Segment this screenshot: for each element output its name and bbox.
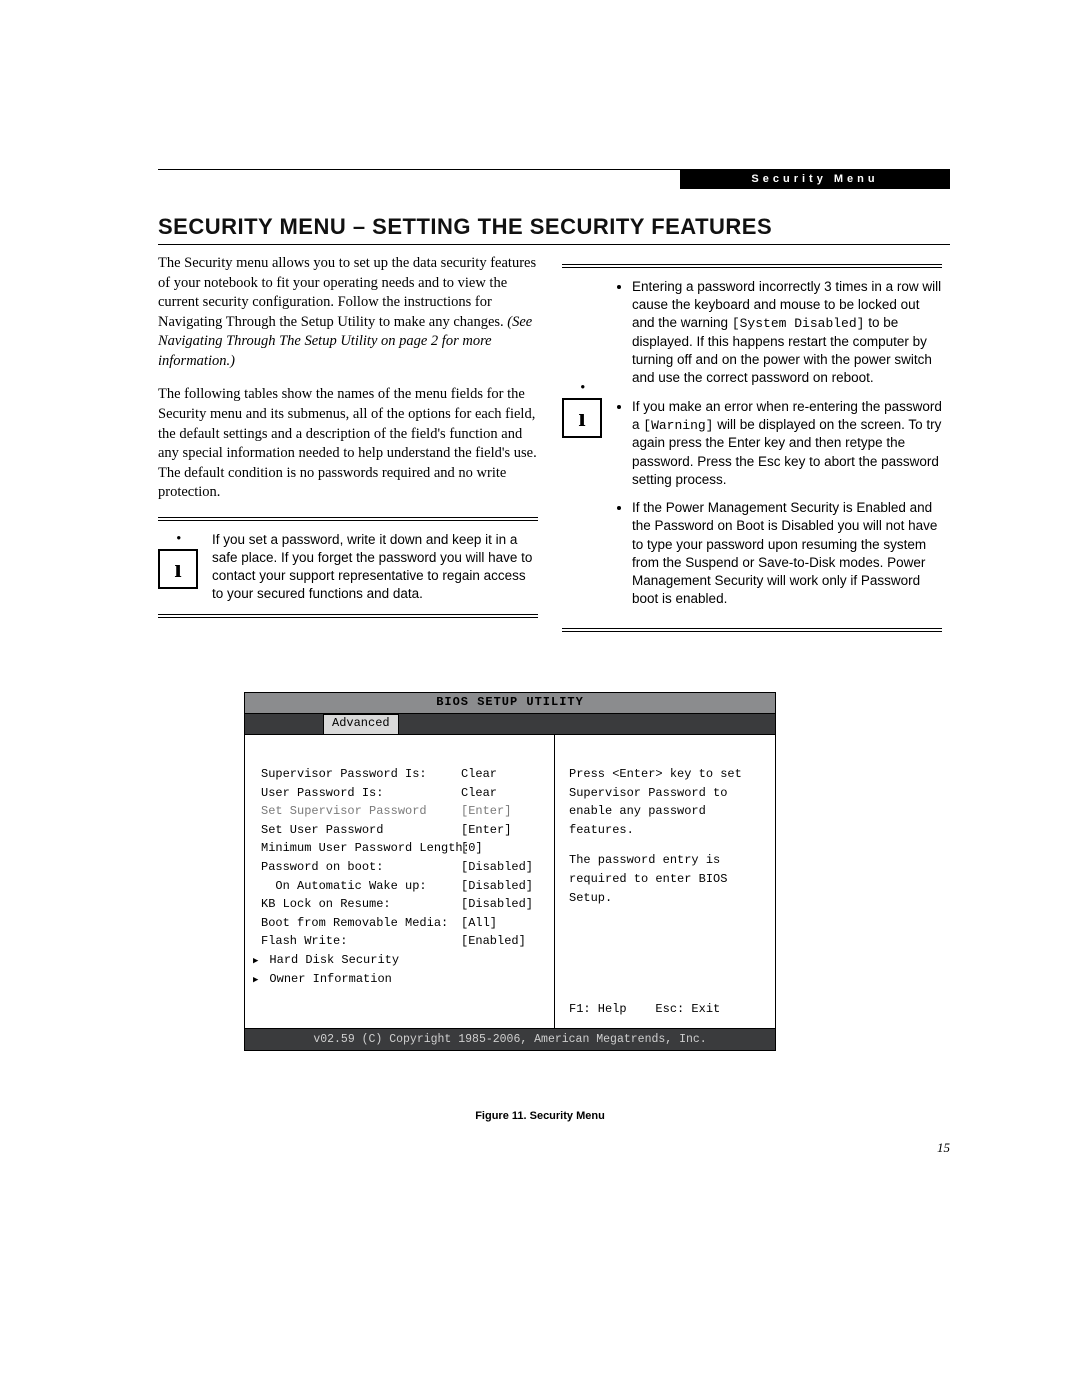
para-tables: The following tables show the names of t… (158, 385, 538, 502)
bios-f1: F1: Help (569, 1002, 627, 1016)
bios-help-2: The password entry is required to enter … (569, 851, 765, 907)
bios-help-1: Press <Enter> key to set Supervisor Pass… (569, 765, 765, 839)
note-bullet-3: If the Power Management Security is Enab… (632, 499, 942, 608)
bios-row-value: [0] (461, 839, 483, 858)
bios-row-value: [Disabled] (461, 895, 533, 914)
bios-row-value: [All] (461, 914, 497, 933)
note-sep-top-r (562, 264, 942, 268)
note-text-right: Entering a password incorrectly 3 times … (616, 278, 942, 618)
note-text-left: If you set a password, write it down and… (212, 531, 538, 604)
bios-row[interactable]: KB Lock on Resume:[Disabled] (261, 895, 544, 914)
para-intro-a: The Security menu allows you to set up t… (158, 255, 536, 330)
right-column: ı Entering a password incorrectly 3 time… (562, 254, 942, 642)
header-badge: Security Menu (680, 169, 950, 189)
bios-row-label: Boot from Removable Media: (261, 914, 461, 933)
info-glyph: ı (174, 556, 181, 582)
bios-row[interactable]: On Automatic Wake up:[Disabled] (261, 877, 544, 896)
bios-row-label: Supervisor Password Is: (261, 765, 461, 784)
note-row-right: ı Entering a password incorrectly 3 time… (562, 278, 942, 618)
bios-row[interactable]: Supervisor Password Is:Clear (261, 765, 544, 784)
b2code: [Warning] (643, 418, 713, 433)
bios-row[interactable]: Flash Write:[Enabled] (261, 932, 544, 951)
bios-left-panel[interactable]: Supervisor Password Is:ClearUser Passwor… (245, 735, 555, 1028)
page-title: SECURITY MENU – SETTING THE SECURITY FEA… (158, 214, 772, 240)
bios-row-label: Set User Password (261, 821, 461, 840)
bios-row-label: Minimum User Password Length: (261, 839, 461, 858)
bios-row-label: Hard Disk Security (261, 951, 461, 970)
title-rule (158, 244, 950, 245)
note-bullet-1: Entering a password incorrectly 3 times … (632, 278, 942, 388)
bios-help-footer: F1: Help Esc: Exit (569, 1000, 765, 1019)
bios-title: BIOS SETUP UTILITY (245, 695, 775, 709)
para-intro: The Security menu allows you to set up t… (158, 254, 538, 371)
page: Security Menu SECURITY MENU – SETTING TH… (0, 0, 1080, 1397)
bios-row[interactable]: Set User Password[Enter] (261, 821, 544, 840)
bios-row-label: KB Lock on Resume: (261, 895, 461, 914)
bios-row-label: User Password Is: (261, 784, 461, 803)
bios-row-value: [Disabled] (461, 858, 533, 877)
left-column: The Security menu allows you to set up t… (158, 254, 538, 628)
bios-window: BIOS SETUP UTILITY Advanced Supervisor P… (244, 692, 776, 1051)
bios-row-value: [Enter] (461, 821, 511, 840)
bios-row[interactable]: Password on boot:[Disabled] (261, 858, 544, 877)
info-icon: ı (562, 398, 602, 438)
bios-row-label: On Automatic Wake up: (261, 877, 461, 896)
bios-row[interactable]: Hard Disk Security (261, 951, 544, 970)
bios-row[interactable]: User Password Is:Clear (261, 784, 544, 803)
bios-row-value: [Disabled] (461, 877, 533, 896)
note-row-left: ı If you set a password, write it down a… (158, 531, 538, 604)
bios-esc: Esc: Exit (655, 1002, 720, 1016)
bios-row-value: [Enabled] (461, 932, 526, 951)
note-sep-bottom-r (562, 628, 942, 632)
info-glyph: ı (578, 405, 585, 431)
bios-titlebar: BIOS SETUP UTILITY (245, 693, 775, 714)
bios-row-value: Clear (461, 765, 497, 784)
figure-caption: Figure 11. Security Menu (0, 1110, 1080, 1122)
bios-row-value: Clear (461, 784, 497, 803)
bios-tab-advanced[interactable]: Advanced (323, 714, 399, 734)
bios-footer: v02.59 (C) Copyright 1985-2006, American… (245, 1028, 775, 1050)
info-icon: ı (158, 549, 198, 589)
bios-row-label: Flash Write: (261, 932, 461, 951)
bios-row-label: Password on boot: (261, 858, 461, 877)
note-sep-top (158, 517, 538, 521)
page-number: 15 (937, 1140, 950, 1156)
bios-row[interactable]: Set Supervisor Password[Enter] (261, 802, 544, 821)
note-list: Entering a password incorrectly 3 times … (616, 278, 942, 608)
bios-tabrow: Advanced (245, 714, 775, 734)
bios-row[interactable]: Boot from Removable Media:[All] (261, 914, 544, 933)
note-sep-bottom (158, 614, 538, 618)
bios-row-value: [Enter] (461, 802, 511, 821)
bios-row-label: Set Supervisor Password (261, 802, 461, 821)
b1code: [System Disabled] (732, 316, 865, 331)
note-bullet-2: If you make an error when re-entering th… (632, 398, 942, 489)
bios-body: Supervisor Password Is:ClearUser Passwor… (245, 734, 775, 1028)
bios-row[interactable]: Minimum User Password Length:[0] (261, 839, 544, 858)
bios-right-panel: Press <Enter> key to set Supervisor Pass… (555, 735, 775, 1028)
bios-row[interactable]: Owner Information (261, 970, 544, 989)
bios-row-label: Owner Information (261, 970, 461, 989)
